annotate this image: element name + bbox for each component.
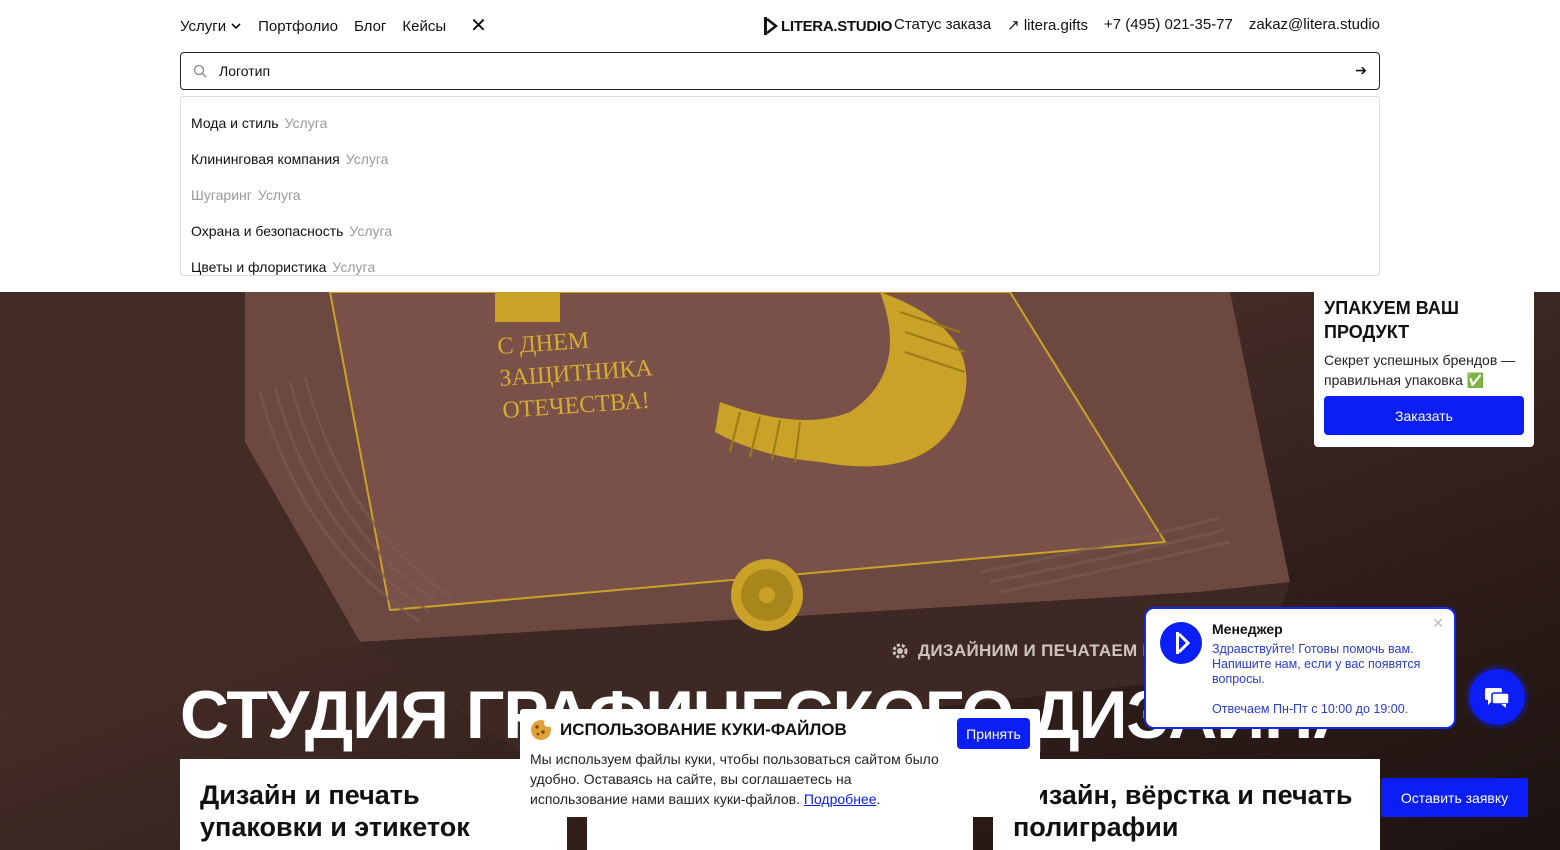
nav-services[interactable]: Услуги xyxy=(180,18,242,35)
logo-text: LITERA.STUDIO xyxy=(781,17,893,35)
site-header: Услуги Портфолио Блог Кейсы ✕ LITERA.STU… xyxy=(0,0,1560,292)
suggestion-tag: Услуга xyxy=(349,223,393,239)
promo-card: УПАКУЕМ ВАШ ПРОДУКТ Секрет успешных брен… xyxy=(1314,292,1534,447)
arrow-right-icon[interactable]: ➔ xyxy=(1355,62,1367,79)
main-nav: Услуги Портфолио Блог Кейсы ✕ xyxy=(180,16,487,36)
suggestion-title: Цветы и флористика xyxy=(191,259,327,275)
suggestion-item[interactable]: Охрана и безопасность Услуга xyxy=(181,213,1379,249)
nav-cases[interactable]: Кейсы xyxy=(402,18,446,35)
suggestion-tag: Услуга xyxy=(284,115,328,131)
suggestion-item[interactable]: Клининговая компания Услуга xyxy=(181,141,1379,177)
suggestion-tag: Услуга xyxy=(345,151,389,167)
chat-popup: Менеджер Здравствуйте! Готовы помочь вам… xyxy=(1144,607,1456,729)
hero-subheading: ДИЗАЙНИМ И ПЕЧАТАЕМ Н xyxy=(890,641,1155,661)
close-icon[interactable]: ✕ xyxy=(470,16,487,36)
leave-request-button[interactable]: Оставить заявку xyxy=(1381,778,1528,817)
email-link[interactable]: zakaz@litera.studio xyxy=(1249,16,1380,34)
nav-services-label: Услуги xyxy=(180,17,227,35)
hero-subheading-text: ДИЗАЙНИМ И ПЕЧАТАЕМ Н xyxy=(918,641,1156,660)
suggestion-tag: Услуга xyxy=(257,187,301,203)
manager-avatar xyxy=(1160,622,1202,664)
suggestion-item[interactable]: Мода и стиль Услуга xyxy=(181,105,1379,141)
cookie-header: ИСПОЛЬЗОВАНИЕ КУКИ-ФАЙЛОВ xyxy=(530,719,1030,741)
suggestion-item[interactable]: Шугаринг Услуга xyxy=(181,177,1379,213)
external-arrow-icon: ↗ xyxy=(1007,17,1024,34)
search-suggestions: Мода и стиль Услуга Клининговая компания… xyxy=(180,96,1380,276)
site-logo[interactable]: LITERA.STUDIO xyxy=(764,17,892,35)
nav-portfolio[interactable]: Портфолио xyxy=(258,18,338,35)
cookie-text-block: Мы используем файлы куки, чтобы пользова… xyxy=(530,751,939,807)
service-card-packaging[interactable]: Дизайн и печать упаковки и этикеток xyxy=(180,759,567,850)
suggestion-title: Мода и стиль xyxy=(191,115,279,131)
order-button[interactable]: Заказать xyxy=(1324,396,1524,435)
header-contacts: Статус заказа ↗ litera.gifts +7 (495) 02… xyxy=(894,16,1380,34)
cookie-title: ИСПОЛЬЗОВАНИЕ КУКИ-ФАЙЛОВ xyxy=(560,720,847,739)
promo-text: Секрет успешных брендов — правильная упа… xyxy=(1324,352,1516,388)
accept-cookies-button[interactable]: Принять xyxy=(957,718,1030,749)
chat-message: Здравствуйте! Готовы помочь вам. Напишит… xyxy=(1212,642,1421,686)
gifts-link[interactable]: ↗ litera.gifts xyxy=(1007,16,1088,34)
chat-open-button[interactable] xyxy=(1469,669,1525,725)
gear-icon xyxy=(892,643,908,659)
search-bar: ➔ xyxy=(180,52,1380,90)
close-icon[interactable]: ✕ xyxy=(1432,615,1444,632)
chat-hours: Отвечаем Пн-Пт с 10:00 до 19:00. xyxy=(1212,702,1409,716)
chat-manager-name: Менеджер xyxy=(1212,621,1283,637)
cookie-text: Мы используем файлы куки, чтобы пользова… xyxy=(530,751,939,807)
cookie-more-link[interactable]: Подробнее xyxy=(804,791,877,807)
suggestion-title: Клининговая компания xyxy=(191,151,340,167)
suggestion-tag: Услуга xyxy=(332,259,376,275)
suggestion-title: Шугаринг xyxy=(191,187,252,203)
nav-blog[interactable]: Блог xyxy=(354,18,386,35)
suggestion-item[interactable]: Цветы и флористика Услуга xyxy=(181,249,1379,285)
cookie-icon xyxy=(531,719,552,740)
order-status-link[interactable]: Статус заказа xyxy=(894,16,991,34)
brand-logo-icon xyxy=(1176,632,1191,654)
cookie-banner: ИСПОЛЬЗОВАНИЕ КУКИ-ФАЙЛОВ Мы используем … xyxy=(520,709,1040,817)
chat-bubble-icon xyxy=(1485,688,1510,708)
logo-icon xyxy=(764,17,778,35)
suggestion-title: Охрана и безопасность xyxy=(191,223,344,239)
promo-title: УПАКУЕМ ВАШ ПРОДУКТ xyxy=(1324,298,1459,342)
gifts-link-label: litera.gifts xyxy=(1023,17,1089,34)
search-icon xyxy=(193,64,207,78)
phone-link[interactable]: +7 (495) 021-35-77 xyxy=(1104,16,1233,34)
chevron-down-icon xyxy=(231,23,241,30)
service-card-printing[interactable]: Дизайн, вёрстка и печать полиграфии xyxy=(993,759,1380,850)
search-input[interactable] xyxy=(219,63,1319,79)
